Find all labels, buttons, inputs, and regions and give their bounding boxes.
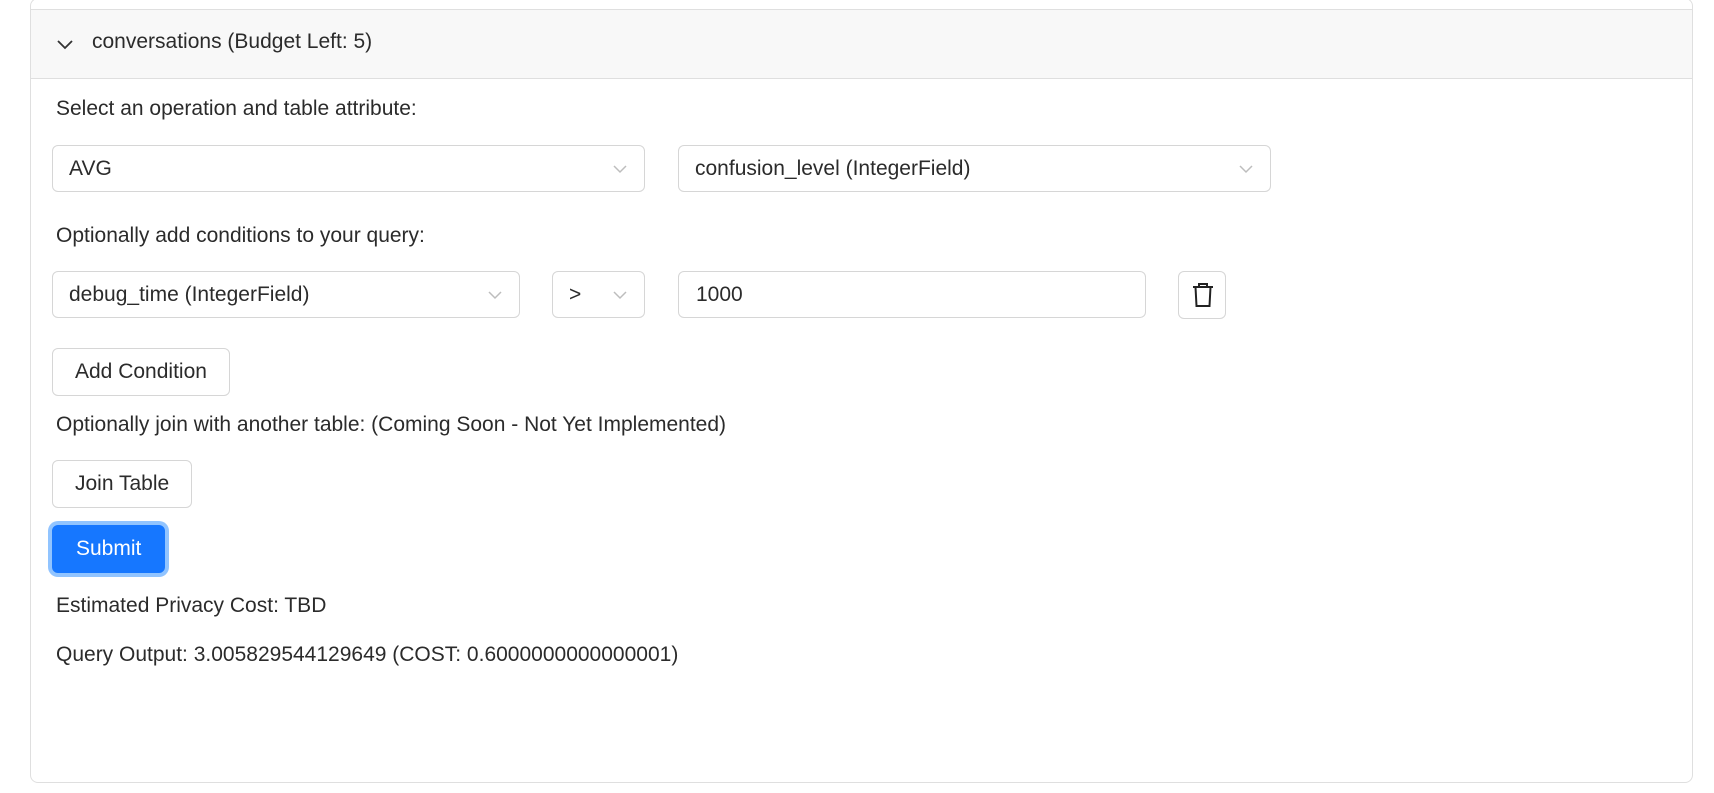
condition-operator-select[interactable]: > [552, 271, 645, 318]
estimated-privacy-cost: Estimated Privacy Cost: TBD [56, 594, 327, 617]
condition-field-select[interactable]: debug_time (IntegerField) [52, 271, 520, 318]
panel-title: conversations (Budget Left: 5) [92, 30, 373, 53]
operation-select-value: AVG [69, 157, 112, 180]
add-condition-button[interactable]: Add Condition [52, 348, 230, 396]
join-table-button[interactable]: Join Table [52, 460, 193, 508]
submit-button[interactable]: Submit [52, 525, 166, 573]
delete-condition-button[interactable] [1178, 271, 1226, 319]
condition-operator-value: > [569, 283, 582, 306]
attribute-select[interactable]: confusion_level (IntegerField) [678, 145, 1271, 192]
chevron-down-icon [488, 291, 502, 300]
panel-header[interactable]: conversations (Budget Left: 5) [31, 9, 1692, 79]
operation-label: Select an operation and table attribute: [56, 97, 417, 120]
query-output: Query Output: 3.005829544129649 (COST: 0… [56, 643, 679, 666]
chevron-down-icon [57, 40, 73, 50]
operation-select[interactable]: AVG [52, 145, 645, 192]
trash-icon [1193, 283, 1213, 307]
chevron-down-icon [613, 291, 627, 300]
attribute-select-value: confusion_level (IntegerField) [695, 157, 971, 180]
condition-value-input[interactable] [678, 271, 1146, 318]
conditions-label: Optionally add conditions to your query: [56, 224, 425, 247]
condition-field-value: debug_time (IntegerField) [69, 283, 310, 306]
chevron-down-icon [613, 165, 627, 174]
query-panel: conversations (Budget Left: 5) Select an… [30, 0, 1693, 783]
chevron-down-icon [1239, 165, 1253, 174]
join-label: Optionally join with another table: (Com… [56, 413, 727, 436]
